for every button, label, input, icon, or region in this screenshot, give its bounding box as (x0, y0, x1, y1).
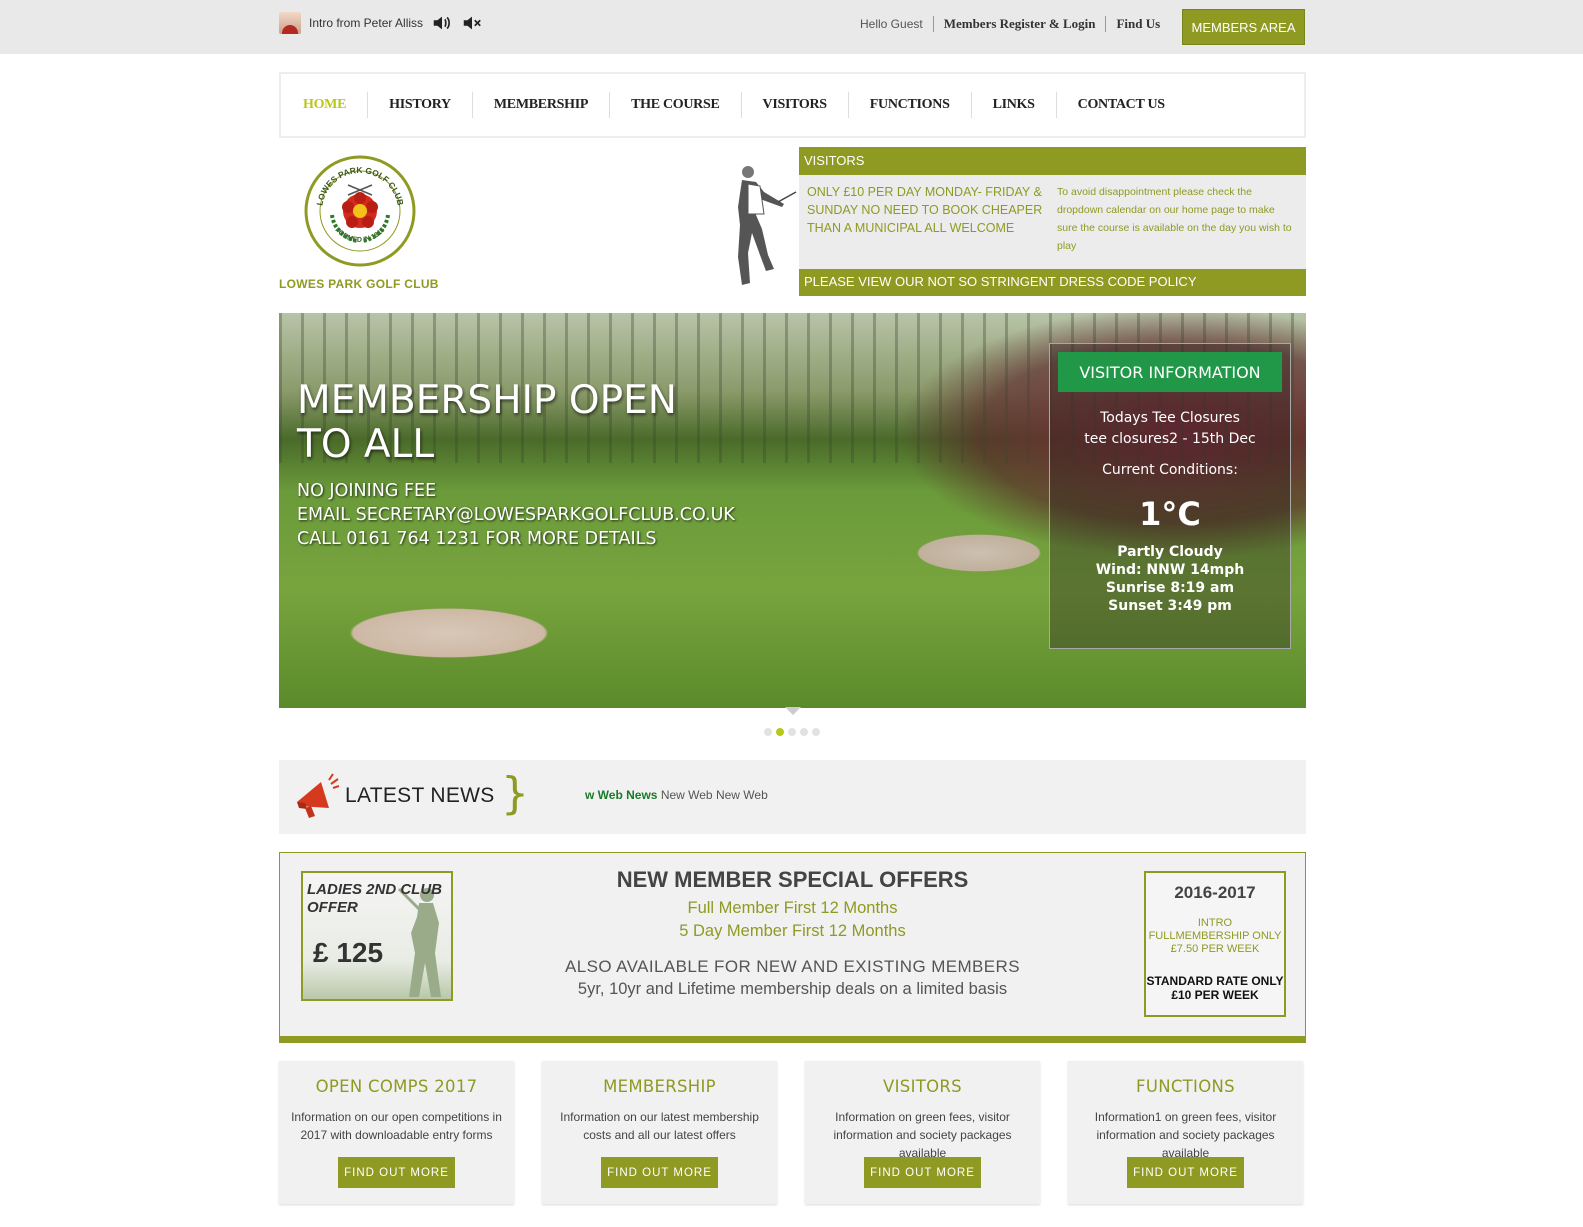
season-rate-box[interactable]: 2016-2017 INTRO FULLMEMBERSHIP ONLY £7.5… (1144, 871, 1286, 1017)
membership-find-out-more-button[interactable]: FIND OUT MORE (601, 1157, 718, 1188)
temperature: 1°C (1139, 495, 1201, 533)
card-title: FUNCTIONS (1136, 1077, 1235, 1096)
card-functions: FUNCTIONS Information1 on green fees, vi… (1068, 1061, 1303, 1204)
latest-news-title: LATEST NEWS (345, 784, 495, 807)
offer-full-member: Full Member First 12 Months (687, 899, 898, 917)
offers-long-term: 5yr, 10yr and Lifetime membership deals … (577, 980, 1008, 998)
top-bar: Intro from Peter Alliss Hello Guest Memb… (0, 0, 1583, 54)
card-visitors: VISITORS Information on green fees, visi… (805, 1061, 1040, 1204)
club-logo[interactable]: LOWES PARK GOLF CLUB FORMED IN 1915 (304, 155, 416, 267)
slider-dot[interactable] (788, 728, 796, 736)
slider-dot[interactable] (776, 728, 784, 736)
sky-condition: Partly Cloudy (1117, 544, 1223, 560)
offers-main: NEW MEMBER SPECIAL OFFERS Full Member Fi… (500, 867, 1085, 1001)
nav-contact-us[interactable]: CONTACT US (1057, 92, 1186, 118)
tee-closures-title: Todays Tee Closures (1100, 410, 1240, 426)
offers-title: NEW MEMBER SPECIAL OFFERS (616, 867, 969, 892)
card-title: MEMBERSHIP (603, 1077, 716, 1096)
ladies-offer-title: LADIES 2ND CLUB OFFER (307, 881, 443, 916)
main-nav: HOME HISTORY MEMBERSHIP THE COURSE VISIT… (279, 72, 1306, 138)
standard-rate: STANDARD RATE ONLY £10 PER WEEK (1146, 974, 1284, 1002)
offers-section: LADIES 2ND CLUB OFFER £ 125 NEW MEMBER S… (279, 852, 1306, 1043)
find-us-link[interactable]: Find Us (1106, 16, 1170, 32)
news-brace: } (501, 768, 529, 819)
tee-closures-value: tee closures2 - 15th Dec (1084, 431, 1256, 447)
nav-membership[interactable]: MEMBERSHIP (473, 92, 611, 118)
mute-icon[interactable] (461, 12, 483, 34)
offer-five-day: 5 Day Member First 12 Months (679, 922, 906, 940)
wind-condition: Wind: NNW 14mph (1095, 562, 1245, 578)
golfer-illustration (738, 166, 797, 285)
card-title: VISITORS (883, 1077, 962, 1096)
card-description: Information on our latest membership cos… (560, 1110, 759, 1142)
avatar-icon (279, 12, 301, 34)
functions-find-out-more-button[interactable]: FIND OUT MORE (1127, 1157, 1244, 1188)
intro-label[interactable]: Intro from Peter Alliss (309, 16, 423, 30)
greeting-text: Hello Guest (850, 16, 934, 32)
sunrise-time: Sunrise 8:19 am (1105, 580, 1235, 596)
slider-dot[interactable] (764, 728, 772, 736)
hero-line-joining: NO JOINING FEE (297, 481, 437, 501)
open-comps-find-out-more-button[interactable]: FIND OUT MORE (338, 1157, 455, 1188)
conditions-label: Current Conditions: (1102, 462, 1238, 478)
hero-details: NO JOINING FEE EMAIL SECRETARY@LOWESPARK… (297, 479, 735, 551)
visitors-offer-text: ONLY £10 PER DAY MONDAY- FRIDAY & SUNDAY… (807, 185, 1043, 235)
nav-the-course[interactable]: THE COURSE (610, 92, 742, 118)
card-description: Information on green fees, visitor infor… (833, 1110, 1012, 1160)
top-links: Hello Guest Members Register & Login Fin… (850, 16, 1170, 32)
latest-news-bar: LATEST NEWS } w Web News New Web New Web (279, 760, 1306, 834)
sunset-time: Sunset 3:49 pm (1108, 598, 1232, 614)
visitor-information-button[interactable]: VISITOR INFORMATION (1058, 352, 1282, 392)
news-ticker-bold[interactable]: w Web News (585, 788, 657, 802)
visitors-find-out-more-button[interactable]: FIND OUT MORE (864, 1157, 981, 1188)
card-title: OPEN COMPS 2017 (315, 1077, 478, 1096)
offers-also-available: ALSO AVAILABLE FOR NEW AND EXISTING MEMB… (565, 957, 1020, 976)
hero-slider[interactable]: MEMBERSHIP OPEN TO ALL NO JOINING FEE EM… (279, 313, 1306, 708)
card-description: Information on our open competitions in … (291, 1110, 502, 1142)
slider-dot[interactable] (812, 728, 820, 736)
intro-rate: INTRO FULLMEMBERSHIP ONLY £7.50 PER WEEK (1148, 917, 1282, 955)
card-description: Information1 on green fees, visitor info… (1094, 1110, 1277, 1160)
visitors-heading[interactable]: VISITORS (799, 147, 1306, 175)
megaphone-icon (297, 773, 340, 818)
nav-home[interactable]: HOME (303, 92, 369, 118)
nav-links[interactable]: LINKS (972, 92, 1057, 118)
speaker-icon[interactable] (431, 12, 453, 34)
visitors-note-text: To avoid disappointment please check the… (1057, 186, 1292, 252)
ladies-offer-price: £ 125 (313, 937, 384, 968)
register-login-link[interactable]: Members Register & Login (934, 16, 1107, 32)
ladies-offer-card[interactable]: LADIES 2ND CLUB OFFER £ 125 (301, 871, 453, 1001)
feature-cards: OPEN COMPS 2017 Information on our open … (279, 1061, 1306, 1205)
club-name: LOWES PARK GOLF CLUB (279, 277, 439, 291)
news-ticker-rest[interactable]: New Web New Web (661, 788, 768, 802)
slider-pointer (785, 707, 801, 715)
season-year: 2016-2017 (1174, 883, 1256, 902)
card-membership: MEMBERSHIP Information on our latest mem… (542, 1061, 777, 1204)
slider-dot[interactable] (800, 728, 808, 736)
hero-line-email: EMAIL SECRETARY@LOWESPARKGOLFCLUB.CO.UK (297, 505, 735, 525)
hero-title: MEMBERSHIP OPEN TO ALL (297, 378, 677, 467)
members-area-button[interactable]: MEMBERS AREA (1182, 9, 1305, 45)
nav-visitors[interactable]: VISITORS (742, 92, 849, 118)
card-open-comps: OPEN COMPS 2017 Information on our open … (279, 1061, 514, 1204)
intro-audio[interactable]: Intro from Peter Alliss (279, 10, 483, 36)
nav-history[interactable]: HISTORY (368, 92, 473, 118)
hero-line-phone: CALL 0161 764 1231 FOR MORE DETAILS (297, 529, 657, 549)
slider-dots (764, 728, 820, 736)
nav-functions[interactable]: FUNCTIONS (849, 92, 972, 118)
dress-code-link[interactable]: PLEASE VIEW OUR NOT SO STRINGENT DRESS C… (799, 269, 1306, 296)
visitor-info-box: VISITOR INFORMATION Todays Tee Closures … (1049, 343, 1291, 649)
visitors-panel: VISITORS ONLY £10 PER DAY MONDAY- FRIDAY… (799, 147, 1306, 296)
news-ticker[interactable]: w Web News New Web New Web (585, 788, 785, 802)
